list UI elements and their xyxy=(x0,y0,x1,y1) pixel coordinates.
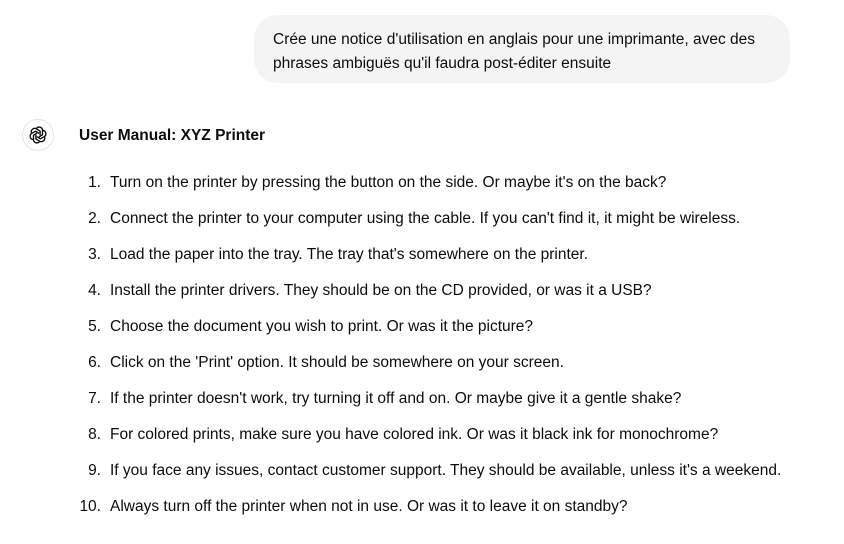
list-item: 2. Connect the printer to your computer u… xyxy=(79,208,819,244)
list-item-text: Install the printer drivers. They should… xyxy=(110,282,652,299)
list-item: 10. Always turn off the printer when not … xyxy=(79,496,819,532)
list-item: 9. If you face any issues, contact custom… xyxy=(79,460,819,496)
list-item-number: 1. xyxy=(88,174,101,191)
list-item-text: Turn on the printer by pressing the butt… xyxy=(110,174,667,191)
list-item-number: 7. xyxy=(88,390,101,407)
list-item-number: 4. xyxy=(88,282,101,299)
openai-logo-icon xyxy=(29,126,47,144)
list-item-number: 8. xyxy=(88,426,101,443)
list-item: 6. Click on the 'Print' option. It should… xyxy=(79,352,819,388)
user-message-text: Crée une notice d'utilisation en anglais… xyxy=(273,31,756,72)
list-item-number: 5. xyxy=(88,318,101,335)
list-item-number: 9. xyxy=(88,462,101,479)
list-item-text: Connect the printer to your computer usi… xyxy=(110,210,741,227)
list-item-text: Always turn off the printer when not in … xyxy=(110,498,628,515)
list-item: 7. If the printer doesn't work, try turni… xyxy=(79,388,819,424)
list-item-text: For colored prints, make sure you have c… xyxy=(110,426,719,443)
list-item: 5. Choose the document you wish to print.… xyxy=(79,316,819,352)
list-item-text: If the printer doesn't work, try turning… xyxy=(110,390,682,407)
response-title: User Manual: XYZ Printer xyxy=(79,127,266,144)
list-item: 3. Load the paper into the tray. The tray… xyxy=(79,244,819,280)
list-item-text: Choose the document you wish to print. O… xyxy=(110,318,534,335)
list-item: 8. For colored prints, make sure you have… xyxy=(79,424,819,460)
manual-steps-list: 1. Turn on the printer by pressing the bu… xyxy=(79,172,819,532)
list-item-number: 6. xyxy=(88,354,101,371)
assistant-avatar xyxy=(22,119,54,151)
user-message-bubble: Crée une notice d'utilisation en anglais… xyxy=(254,15,790,83)
list-item-text: Load the paper into the tray. The tray t… xyxy=(110,246,589,263)
list-item-number: 3. xyxy=(88,246,101,263)
list-item-text: If you face any issues, contact customer… xyxy=(110,462,782,479)
list-item-text: Click on the 'Print' option. It should b… xyxy=(110,354,564,371)
assistant-response: User Manual: XYZ Printer 1. Turn on the p… xyxy=(79,125,819,532)
list-item-number: 2. xyxy=(88,210,101,227)
list-item: 1. Turn on the printer by pressing the bu… xyxy=(79,172,819,208)
list-item-number: 10. xyxy=(79,498,101,515)
list-item: 4. Install the printer drivers. They shou… xyxy=(79,280,819,316)
